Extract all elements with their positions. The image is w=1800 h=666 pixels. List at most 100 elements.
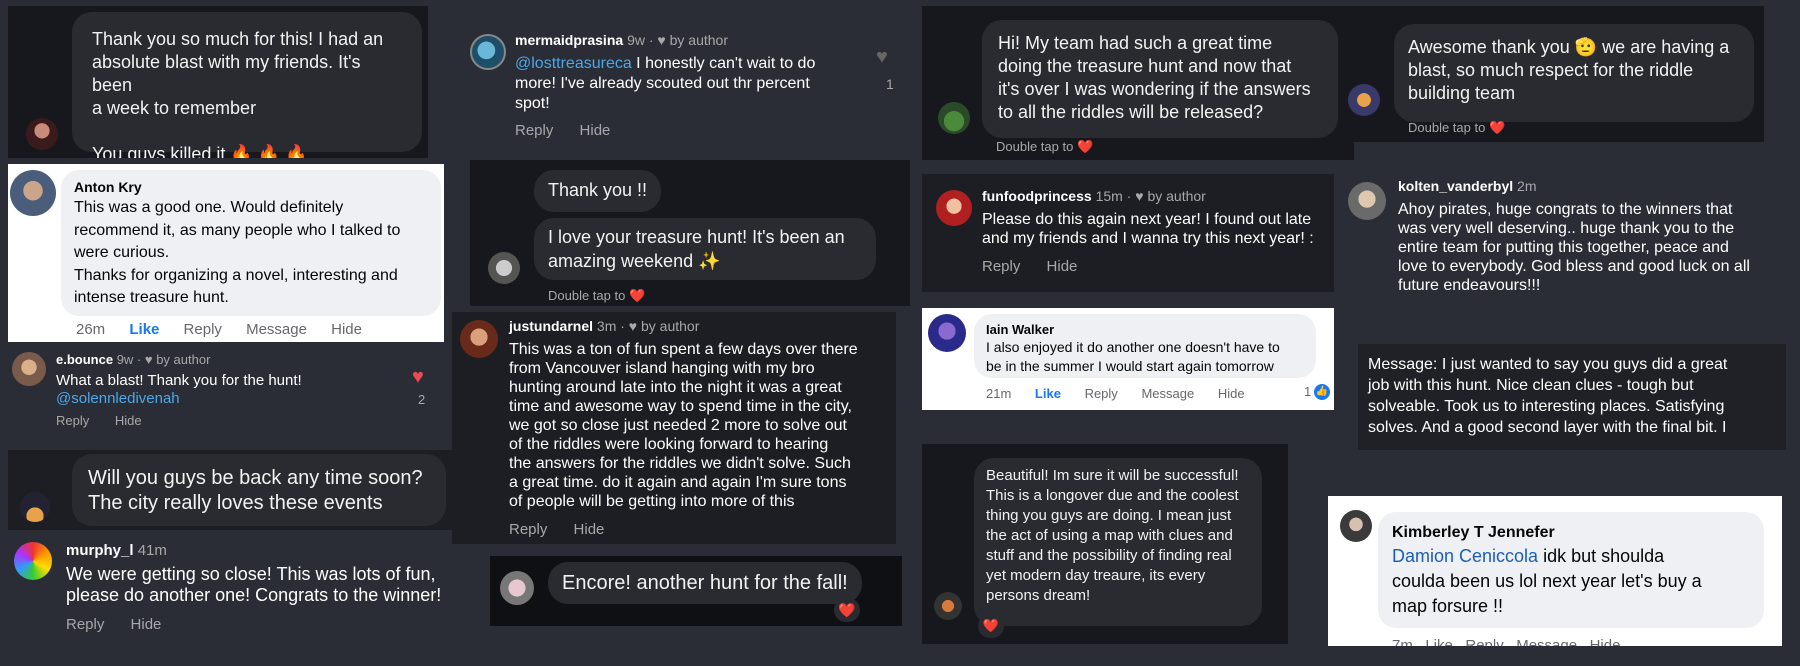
message-line: doing the treasure hunt and now that	[998, 56, 1292, 76]
message-card-clean-clues: Message: I just wanted to say you guys d…	[1358, 344, 1786, 450]
reply-button[interactable]: Reply	[509, 521, 547, 538]
message-bubble[interactable]: Will you guys be back any time soon? The…	[72, 454, 446, 526]
avatar[interactable]	[470, 34, 506, 70]
comment-meta: 41m	[137, 542, 167, 559]
avatar[interactable]	[12, 352, 46, 386]
message-bubble[interactable]: Beautiful! Im sure it will be successful…	[974, 458, 1262, 626]
comment-card-thank-you: Thank you so much for this! I had an abs…	[8, 6, 428, 158]
message-button[interactable]: Message	[1141, 386, 1194, 401]
username[interactable]: mermaidprasina	[515, 32, 623, 48]
avatar[interactable]	[1340, 510, 1372, 542]
comment-line: a great time. do it again and again I'm …	[509, 474, 847, 491]
reply-button[interactable]: Reply	[66, 616, 104, 633]
avatar[interactable]	[938, 102, 970, 134]
hide-button[interactable]: Hide	[580, 122, 611, 139]
comment-line: entire team for putting this together, p…	[1398, 239, 1729, 256]
message-bubble[interactable]: Encore! another hunt for the fall!	[548, 562, 862, 604]
username[interactable]: murphy_l	[66, 542, 134, 559]
message-line: yet modern day treaure, its every	[986, 567, 1206, 584]
avatar[interactable]	[14, 542, 52, 580]
reply-button[interactable]: Reply	[184, 321, 222, 338]
commenter-name[interactable]: Iain Walker	[986, 321, 1304, 338]
message-line: Beautiful! Im sure it will be successful…	[986, 467, 1239, 484]
comment-line: hunting around late into the night it wa…	[509, 379, 842, 396]
avatar[interactable]	[1348, 182, 1386, 220]
message-bubble[interactable]: Thank you so much for this! I had an abs…	[72, 12, 422, 158]
message-line: it's over I was wondering if the answers	[998, 79, 1311, 99]
message-line: the act of using a map with clues and	[986, 527, 1233, 544]
avatar[interactable]	[1348, 84, 1380, 116]
commenter-name[interactable]: Kimberley T Jennefer	[1392, 522, 1750, 544]
comment-line: future endeavours!!!	[1398, 277, 1541, 294]
avatar[interactable]	[928, 314, 966, 352]
comment-actions: Reply Hide	[515, 122, 632, 139]
reply-button[interactable]: Reply	[56, 413, 89, 428]
message-line: Will you guys be back any time soon?	[88, 467, 423, 489]
message-line: thing you guys are doing. I mean just	[986, 507, 1232, 524]
mention-link[interactable]: @losttreasureca	[515, 55, 632, 72]
message-line: You guys killed it 🔥 🔥 🔥	[92, 144, 308, 158]
comment-line: from Vancouver island hanging with my br…	[509, 360, 815, 377]
message-bubble[interactable]: Awesome thank you 🫡 we are having a blas…	[1394, 24, 1754, 122]
message-card-encore: Encore! another hunt for the fall! ❤️	[490, 556, 902, 626]
comment-text: What a blast! Thank you for the hunt!	[56, 372, 302, 389]
username[interactable]: e.bounce	[56, 352, 113, 367]
mention-link[interactable]: @solennledivenah	[56, 390, 180, 407]
message-button[interactable]: Message	[246, 321, 307, 338]
hide-button[interactable]: Hide	[331, 321, 362, 338]
timestamp: 26m	[76, 321, 106, 338]
avatar[interactable]	[500, 571, 534, 605]
reply-button[interactable]: Reply	[982, 258, 1020, 275]
comment-line: We were getting so close! This was lots …	[66, 564, 436, 584]
like-button[interactable]: Like	[129, 321, 159, 338]
comment-line: please do another one! Congrats to the w…	[66, 585, 442, 605]
hide-button[interactable]: Hide	[1047, 258, 1078, 275]
message-bubble[interactable]: I love your treasure hunt! It's been an …	[534, 218, 876, 280]
reply-button[interactable]: Reply	[515, 122, 553, 139]
username[interactable]: funfoodprincess	[982, 188, 1092, 204]
comment-line: and my friends and I wanna try this next…	[982, 230, 1314, 247]
avatar[interactable]	[26, 118, 58, 150]
thumbs-up-icon[interactable]: 👍	[1314, 384, 1330, 400]
comment-line: we got so close just needed 2 more to so…	[509, 417, 847, 434]
comment-line: Ahoy pirates, huge congrats to the winne…	[1398, 201, 1733, 218]
username[interactable]: justundarnel	[509, 318, 593, 334]
hide-button[interactable]: Hide	[574, 521, 605, 538]
avatar[interactable]	[934, 592, 962, 620]
mention-link[interactable]: Damion Ceniccola	[1392, 546, 1538, 566]
avatar[interactable]	[20, 492, 50, 522]
heart-outline-icon[interactable]: ♥	[876, 46, 888, 69]
message-bubble[interactable]: Thank you !!	[534, 170, 662, 212]
avatar[interactable]	[460, 320, 498, 358]
avatar[interactable]	[10, 170, 56, 216]
commenter-name[interactable]: Anton Kry	[74, 178, 428, 197]
heart-reaction-icon[interactable]: ❤️	[834, 598, 860, 622]
message-line: solves. And a good second layer with the…	[1368, 419, 1727, 436]
reply-button[interactable]: Reply	[1085, 386, 1118, 401]
instagram-comment-funfoodprincess: funfoodprincess 15m · ♥ by author Please…	[922, 174, 1334, 292]
hide-button[interactable]: Hide	[115, 413, 142, 428]
message-line: job with this hunt. Nice clean clues - t…	[1368, 377, 1694, 394]
instagram-comment-murphy: murphy_l 41m We were getting so close! T…	[8, 538, 452, 638]
comment-line: love to everybody. God bless and good lu…	[1398, 258, 1750, 275]
comment-actions: Reply Hide	[56, 413, 164, 428]
message-line: solveable. Took us to interesting places…	[1368, 398, 1725, 415]
comment-meta: 9w · ♥ by author	[627, 32, 728, 48]
facebook-comment-iain: Iain Walker I also enjoyed it do another…	[922, 308, 1334, 410]
heart-reaction-icon[interactable]: ❤️	[978, 614, 1004, 638]
username[interactable]: kolten_vanderbyl	[1398, 178, 1513, 194]
hide-button[interactable]: Hide	[131, 616, 162, 633]
hide-button[interactable]: Hide	[1218, 386, 1245, 401]
message-bubble[interactable]: Hi! My team had such a great time doing …	[982, 20, 1338, 138]
like-button[interactable]: Like	[1035, 386, 1061, 401]
instagram-comment-kolten: kolten_vanderbyl 2m Ahoy pirates, huge c…	[1340, 170, 1796, 310]
message-line: blast, so much respect for the riddle	[1408, 60, 1694, 80]
message-line: a week to remember	[92, 98, 257, 118]
avatar[interactable]	[488, 252, 520, 284]
heart-icon[interactable]: ♥	[412, 366, 424, 389]
double-tap-hint: Double tap to ❤️	[548, 288, 646, 303]
comment-line: coulda been us lol next year let's buy a	[1392, 571, 1702, 591]
avatar[interactable]	[936, 190, 972, 226]
message-line: building team	[1408, 83, 1516, 103]
comment-meta: 3m · ♥ by author	[596, 318, 700, 334]
